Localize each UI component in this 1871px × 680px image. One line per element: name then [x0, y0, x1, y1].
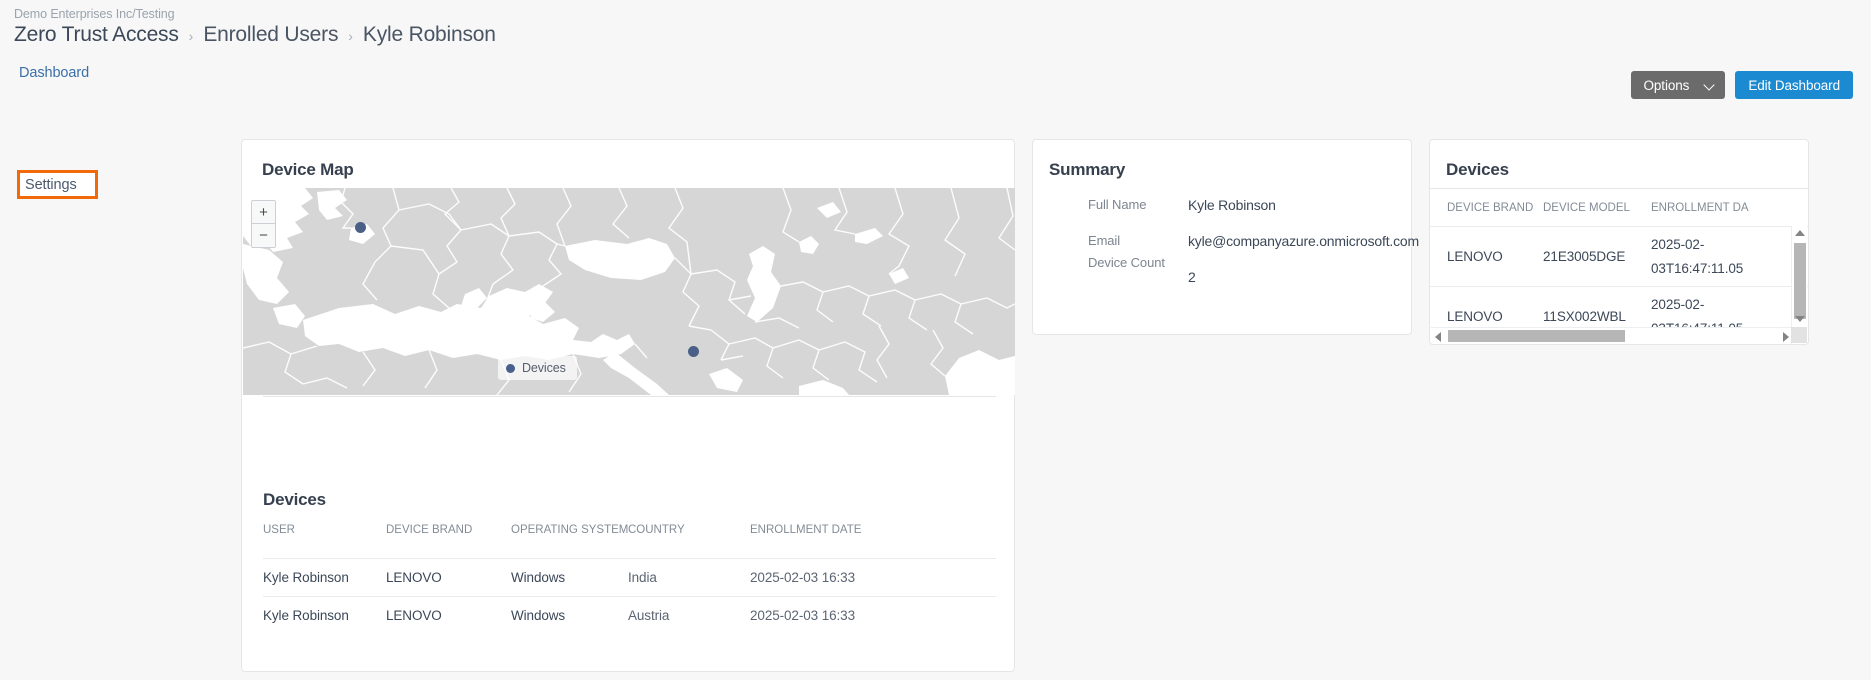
right-devices-card: Devices DEVICE BRAND DEVICE MODEL ENROLL… — [1429, 139, 1809, 345]
breadcrumb-item-kyle-robinson: Kyle Robinson — [362, 23, 496, 46]
column-header-operating-system[interactable]: OPERATING SYSTEM — [511, 524, 628, 536]
cell-operating-system: Windows — [511, 608, 566, 623]
sidebar: Dashboard Settings — [0, 56, 200, 680]
cell-enrollment-date: 2025-02- 03T16:47:11.05 — [1651, 293, 1771, 329]
vertical-scrollbar-thumb[interactable] — [1794, 243, 1806, 319]
summary-value: kyle@companyazure.onmicrosoft.com — [1188, 233, 1419, 249]
toolbar: Options Edit Dashboard — [1630, 71, 1853, 99]
cell-enrollment-date-line2: 03T16:47:11.05 — [1651, 260, 1744, 276]
column-header-country[interactable]: COUNTRY — [628, 524, 750, 536]
table-row[interactable]: Kyle Robinson LENOVO Windows Austria 202… — [263, 596, 996, 634]
right-devices-table[interactable]: DEVICE BRAND DEVICE MODEL ENROLLMENT DA … — [1430, 189, 1808, 329]
edit-dashboard-button[interactable]: Edit Dashboard — [1735, 71, 1853, 99]
sidebar-item-label: Settings — [25, 176, 77, 193]
map-zoom-in-button[interactable]: + — [252, 201, 275, 224]
scroll-down-icon[interactable] — [1795, 316, 1805, 322]
world-map-graphic — [243, 188, 1015, 395]
legend-dot-icon — [506, 363, 515, 373]
section-divider — [263, 396, 996, 397]
horizontal-scrollbar-thumb[interactable] — [1448, 330, 1625, 342]
map-marker-austria[interactable] — [355, 222, 366, 233]
scrollbar-corner — [1791, 327, 1807, 343]
scroll-right-icon[interactable] — [1783, 332, 1789, 342]
scroll-left-icon[interactable] — [1435, 332, 1441, 342]
map-legend-label: Devices — [522, 361, 566, 375]
table-row[interactable]: LENOVO 21E3005DGE 2025-02- 03T16:47:11.0… — [1430, 226, 1808, 286]
cell-device-model: 11SX002WBL — [1543, 309, 1626, 324]
options-button-label: Options — [1643, 77, 1690, 93]
devices-section-title: Devices — [263, 490, 326, 509]
cell-operating-system: Windows — [511, 570, 566, 585]
cell-enrollment-date-line1: 2025-02- — [1651, 236, 1705, 252]
cell-device-brand: LENOVO — [386, 608, 442, 623]
map-zoom-controls: + − — [251, 200, 276, 248]
summary-field-full-name: Full Name Kyle Robinson — [1088, 196, 1276, 214]
column-header-device-model[interactable]: DEVICE MODEL — [1543, 202, 1651, 214]
sidebar-item-dashboard[interactable]: Dashboard — [0, 63, 89, 83]
device-map[interactable]: + − Devices — [243, 188, 1015, 395]
devices-table: USER DEVICE BRAND OPERATING SYSTEM COUNT… — [263, 524, 996, 634]
cell-enrollment-date: 2025-02-03 16:33 — [750, 570, 855, 585]
map-legend: Devices — [498, 356, 577, 380]
page-header: Demo Enterprises Inc/Testing Zero Trust … — [0, 0, 1871, 56]
table-row[interactable]: LENOVO 11SX002WBL 2025-02- 03T16:47:11.0… — [1430, 286, 1808, 329]
cell-device-brand: LENOVO — [386, 570, 442, 585]
cell-user: Kyle Robinson — [263, 570, 349, 585]
summary-value: 2 — [1188, 269, 1196, 285]
summary-field-email: Email kyle@companyazure.onmicrosoft.com — [1088, 232, 1419, 250]
horizontal-scrollbar[interactable] — [1431, 327, 1793, 343]
summary-card: Summary Full Name Kyle Robinson Email ky… — [1032, 139, 1419, 335]
column-header-enrollment-date[interactable]: ENROLLMENT DA — [1651, 202, 1771, 214]
breadcrumb-item-enrolled-users[interactable]: Enrolled Users — [203, 23, 338, 47]
summary-label: Email — [1088, 233, 1121, 248]
breadcrumb-separator-icon: › — [188, 28, 194, 44]
cell-enrollment-date: 2025-02- 03T16:47:11.05 — [1651, 233, 1771, 281]
table-row[interactable]: Kyle Robinson LENOVO Windows India 2025-… — [263, 558, 996, 596]
cell-country: India — [628, 570, 657, 585]
right-devices-title: Devices — [1446, 160, 1509, 179]
cell-user: Kyle Robinson — [263, 608, 349, 623]
device-map-title: Device Map — [262, 160, 354, 179]
summary-title: Summary — [1049, 160, 1126, 179]
column-header-enrollment-date[interactable]: ENROLLMENT DATE — [750, 524, 910, 536]
cell-enrollment-date: 2025-02-03 16:33 — [750, 608, 855, 623]
org-path: Demo Enterprises Inc/Testing — [14, 7, 175, 21]
summary-label: Device Count — [1088, 255, 1165, 270]
cell-device-brand: LENOVO — [1447, 249, 1503, 264]
cell-enrollment-date-line1: 2025-02- — [1651, 296, 1705, 312]
summary-value: Kyle Robinson — [1188, 197, 1276, 213]
summary-field-device-count: Device Count 2 — [1088, 254, 1196, 286]
breadcrumb-item-zero-trust-access[interactable]: Zero Trust Access — [14, 23, 179, 47]
breadcrumb: Zero Trust Access › Enrolled Users › Kyl… — [14, 23, 1871, 47]
summary-label: Full Name — [1088, 197, 1147, 212]
column-header-user[interactable]: USER — [263, 524, 386, 536]
cell-device-model: 21E3005DGE — [1543, 249, 1626, 264]
column-header-device-brand[interactable]: DEVICE BRAND — [1430, 202, 1543, 214]
map-zoom-out-button[interactable]: − — [252, 224, 275, 247]
column-header-device-brand[interactable]: DEVICE BRAND — [386, 524, 511, 536]
device-map-card: Device Map + − Devices Devices USER DEVI… — [241, 139, 1015, 672]
breadcrumb-separator-icon: › — [348, 28, 353, 44]
cell-country: Austria — [628, 608, 670, 623]
cell-device-brand: LENOVO — [1447, 309, 1503, 324]
scroll-up-icon[interactable] — [1795, 230, 1805, 236]
table-header-row: USER DEVICE BRAND OPERATING SYSTEM COUNT… — [263, 524, 996, 558]
sidebar-item-settings[interactable]: Settings — [17, 170, 98, 199]
options-button[interactable]: Options — [1630, 71, 1726, 99]
chevron-down-icon — [1705, 81, 1714, 90]
table-header-row: DEVICE BRAND DEVICE MODEL ENROLLMENT DA — [1430, 189, 1808, 226]
map-marker-india[interactable] — [688, 346, 699, 357]
